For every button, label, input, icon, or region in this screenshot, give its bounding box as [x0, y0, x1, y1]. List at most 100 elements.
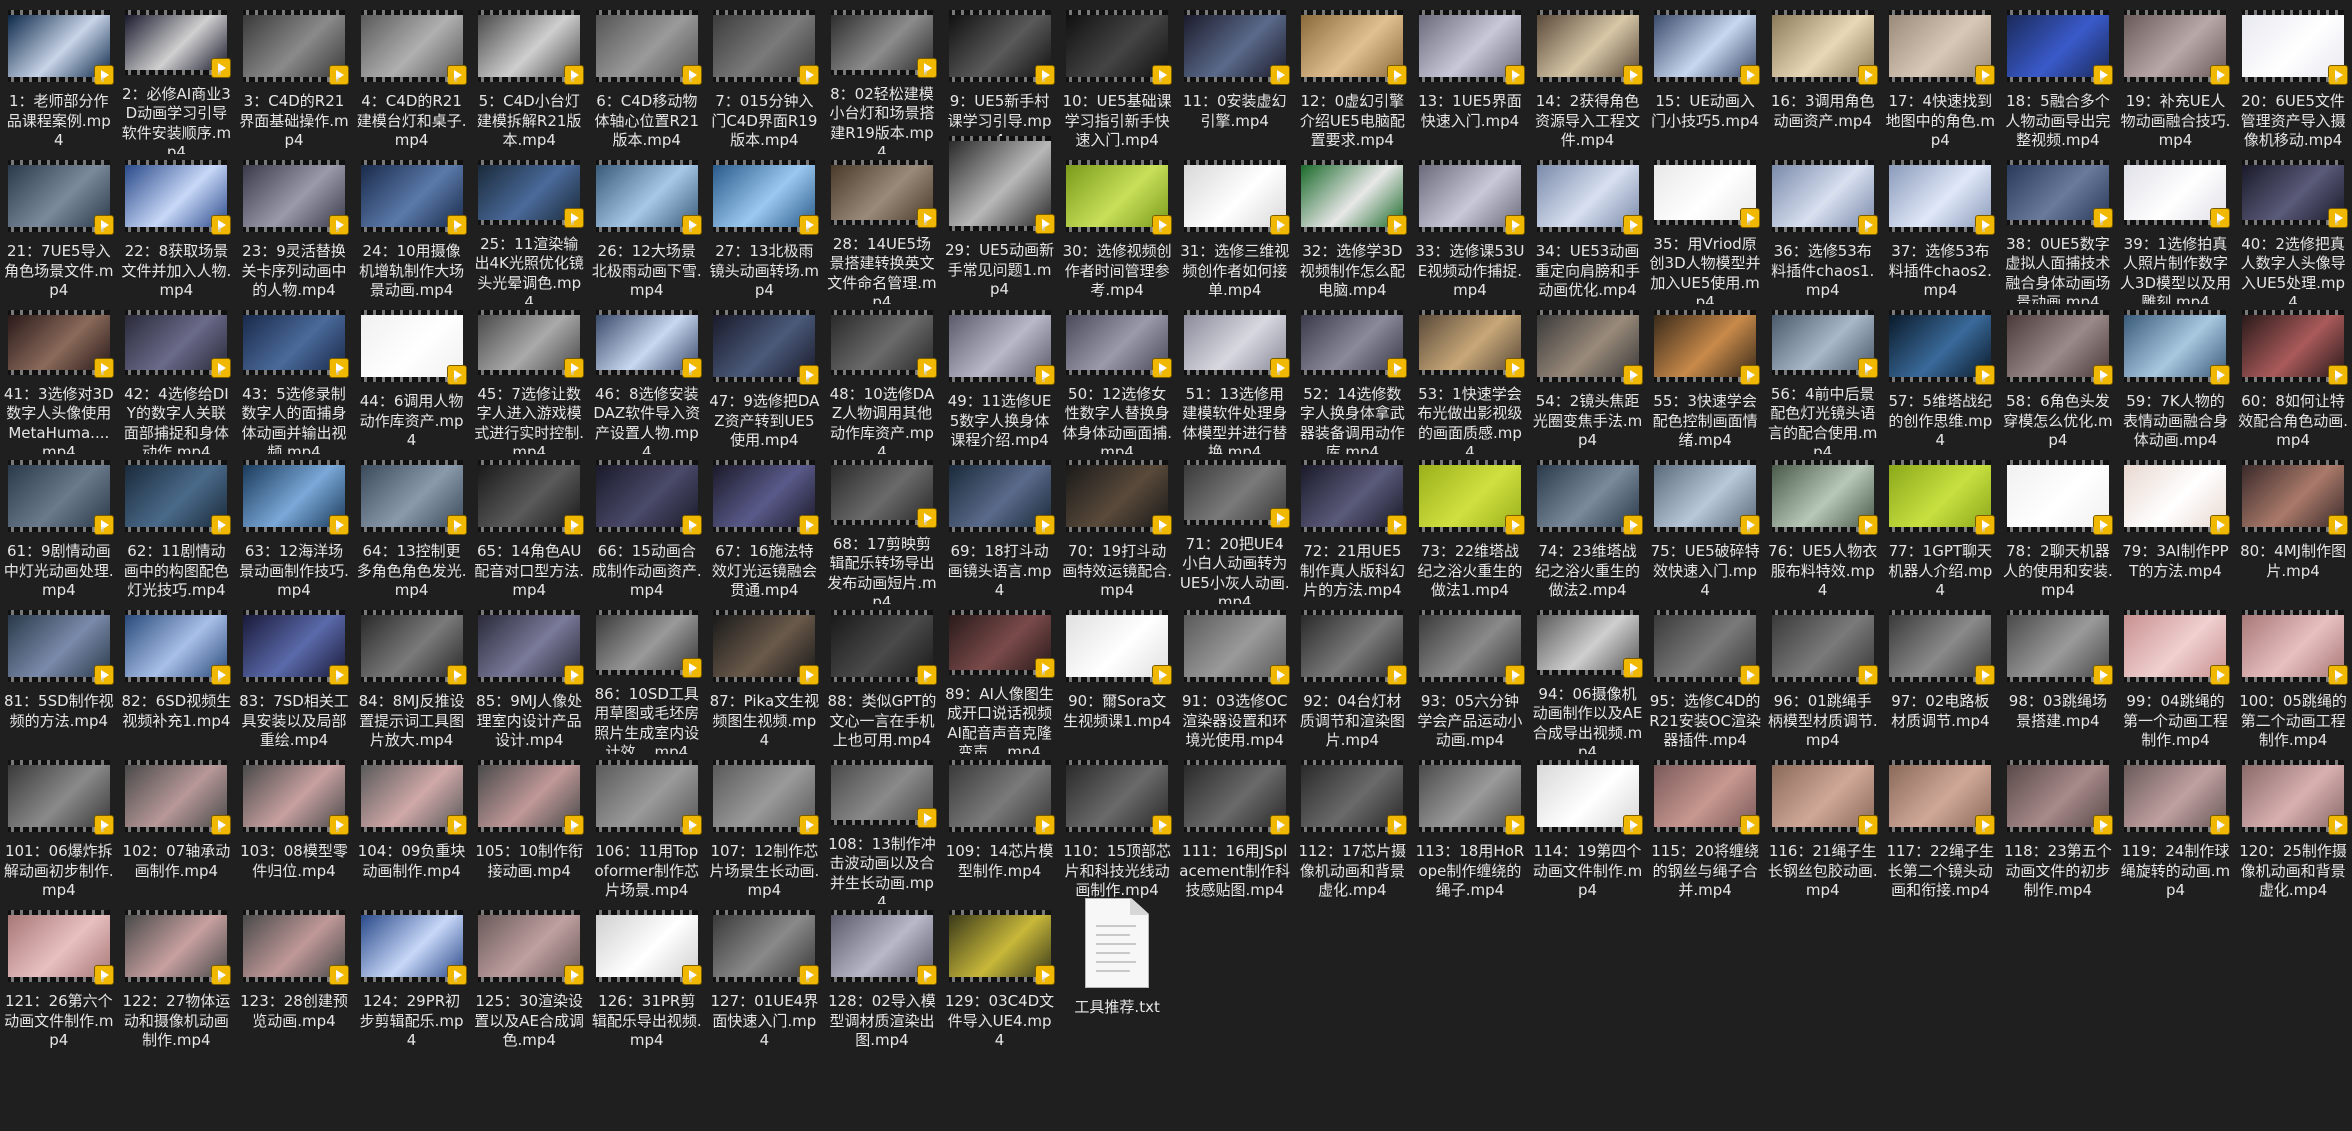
file-item-video[interactable]: 120：25制作摄像机动画和背景虚化.mp4 — [2234, 754, 2352, 904]
file-item-video[interactable]: 3：C4D的R21界面基础操作.mp4 — [235, 4, 353, 154]
file-item-video[interactable]: 38：0UE5数字虚拟人面捕技术融合身体动画场景动画.mp4 — [1999, 154, 2117, 304]
file-item-video[interactable]: 27：13北极雨镜头动画转场.mp4 — [706, 154, 824, 304]
file-item-video[interactable]: 70：19打斗动画特效运镜配合.mp4 — [1058, 454, 1176, 604]
file-item-video[interactable]: 59：7K人物的表情动画融合身体动画.mp4 — [2117, 304, 2235, 454]
file-item-video[interactable]: 65：14角色AU配音对口型方法.mp4 — [470, 454, 588, 604]
file-item-video[interactable]: 5：C4D小台灯建模拆解R21版本.mp4 — [470, 4, 588, 154]
file-item-video[interactable]: 67：16施法特效灯光运镜融会贯通.mp4 — [706, 454, 824, 604]
file-item-txt[interactable]: 工具推荐.txt — [1058, 898, 1176, 1054]
file-item-video[interactable]: 51：13选修用建模软件处理身体模型并进行替换.mp4 — [1176, 304, 1294, 454]
file-item-video[interactable]: 85：9MJ人像处理室内设计产品设计.mp4 — [470, 604, 588, 754]
file-item-video[interactable]: 122：27物体运动和摄像机动画制作.mp4 — [118, 904, 236, 1054]
file-item-video[interactable]: 83：7SD相关工具安装以及局部重绘.mp4 — [235, 604, 353, 754]
file-item-video[interactable]: 75：UE5破碎特效快速入门.mp4 — [1646, 454, 1764, 604]
file-item-video[interactable]: 114：19第四个动画文件制作.mp4 — [1529, 754, 1647, 904]
file-item-video[interactable]: 8：02轻松建模小台灯和场景搭建R19版本.mp4 — [823, 4, 941, 154]
file-item-video[interactable]: 106：11用Topoformer制作芯片场景.mp4 — [588, 754, 706, 904]
file-item-video[interactable]: 57：5维塔战纪的创作思维.mp4 — [1882, 304, 2000, 454]
file-item-video[interactable]: 111：16用JSplacement制作科技感贴图.mp4 — [1176, 754, 1294, 904]
file-item-video[interactable]: 88：类似GPT的文心一言在手机上也可用.mp4 — [823, 604, 941, 754]
file-item-video[interactable]: 52：14选修数字人换身体拿武器装备调用动作库.mp4 — [1294, 304, 1412, 454]
file-item-video[interactable]: 127：01UE4界面快速入门.mp4 — [706, 904, 824, 1054]
file-item-video[interactable]: 84：8MJ反推设置提示词工具图片放大.mp4 — [353, 604, 471, 754]
file-item-video[interactable]: 2：必修AI商业3D动画学习引导软件安装顺序.mp4 — [118, 4, 236, 154]
file-item-video[interactable]: 68：17剪映剪辑配乐转场导出发布动画短片.mp4 — [823, 454, 941, 604]
file-item-video[interactable]: 6：C4D移动物体轴心位置R21版本.mp4 — [588, 4, 706, 154]
file-item-video[interactable]: 39：1选修拍真人照片制作数字人3D模型以及用雕刻.mp4 — [2117, 154, 2235, 304]
file-item-video[interactable]: 36：选修53布料插件chaos1.mp4 — [1764, 154, 1882, 304]
file-item-video[interactable]: 92：04台灯材质调节和渲染图片.mp4 — [1294, 604, 1412, 754]
file-item-video[interactable]: 55：3快速学会配色控制画面情绪.mp4 — [1646, 304, 1764, 454]
file-item-video[interactable]: 129：03C4D文件导入UE4.mp4 — [941, 904, 1059, 1054]
file-item-video[interactable]: 99：04跳绳的第一个动画工程制作.mp4 — [2117, 604, 2235, 754]
file-item-video[interactable]: 96：01跳绳手柄模型材质调节.mp4 — [1764, 604, 1882, 754]
file-item-video[interactable]: 94：06摄像机动画制作以及AE合成导出视频.mp4 — [1529, 604, 1647, 754]
file-item-video[interactable]: 41：3选修对3D数字人头像使用MetaHuma....mp4 — [0, 304, 118, 454]
file-item-video[interactable]: 118：23第五个动画文件的初步制作.mp4 — [1999, 754, 2117, 904]
file-item-video[interactable]: 30：选修视频创作者时间管理参考.mp4 — [1058, 154, 1176, 304]
file-item-video[interactable]: 63：12海洋场景动画制作技巧.mp4 — [235, 454, 353, 604]
file-item-video[interactable]: 12：0虚幻引擎介绍UE5电脑配置要求.mp4 — [1294, 4, 1412, 154]
file-item-video[interactable]: 69：18打斗动画镜头语言.mp4 — [941, 454, 1059, 604]
file-item-video[interactable]: 91：03选修OC渲染器设置和环境光使用.mp4 — [1176, 604, 1294, 754]
file-item-video[interactable]: 74：23维塔战纪之浴火重生的做法2.mp4 — [1529, 454, 1647, 604]
file-item-video[interactable]: 54：2镜头焦距光圈变焦手法.mp4 — [1529, 304, 1647, 454]
file-item-video[interactable]: 48：10选修DAZ人物调用其他动作库资产.mp4 — [823, 304, 941, 454]
file-item-video[interactable]: 119：24制作球绳旋转的动画.mp4 — [2117, 754, 2235, 904]
file-item-video[interactable]: 108：13制作冲击波动画以及合并生长动画.mp4 — [823, 754, 941, 904]
file-item-video[interactable]: 116：21绳子生长钢丝包胶动画.mp4 — [1764, 754, 1882, 904]
file-item-video[interactable]: 56：4前中后景配色灯光镜头语言的配合使用.mp4 — [1764, 304, 1882, 454]
file-item-video[interactable]: 128：02导入模型调材质渲染出图.mp4 — [823, 904, 941, 1054]
file-item-video[interactable]: 60：8如何让特效配合角色动画.mp4 — [2234, 304, 2352, 454]
file-item-video[interactable]: 76：UE5人物衣服布料特效.mp4 — [1764, 454, 1882, 604]
file-item-video[interactable]: 34：UE53动画重定向肩膀和手动画优化.mp4 — [1529, 154, 1647, 304]
file-item-video[interactable]: 31：选修三维视频创作者如何接单.mp4 — [1176, 154, 1294, 304]
file-item-video[interactable]: 110：15顶部芯片和科技光线动画制作.mp4 — [1058, 754, 1176, 904]
file-item-video[interactable]: 77：1GPT聊天机器人介绍.mp4 — [1882, 454, 2000, 604]
file-item-video[interactable]: 42：4选修给DIY的数字人关联面部捕捉和身体动作.mp4 — [118, 304, 236, 454]
file-item-video[interactable]: 18：5融合多个人物动画导出完整视频.mp4 — [1999, 4, 2117, 154]
file-item-video[interactable]: 125：30渲染设置以及AE合成调色.mp4 — [470, 904, 588, 1054]
file-item-video[interactable]: 124：29PR初步剪辑配乐.mp4 — [353, 904, 471, 1054]
file-item-video[interactable]: 33：选修课53UE视频动作捕捉.mp4 — [1411, 154, 1529, 304]
file-item-video[interactable]: 102：07轴承动画制作.mp4 — [118, 754, 236, 904]
file-item-video[interactable]: 19：补充UE人物动画融合技巧.mp4 — [2117, 4, 2235, 154]
file-item-video[interactable]: 82：6SD视频生视频补充1.mp4 — [118, 604, 236, 754]
file-item-video[interactable]: 100：05跳绳的第二个动画工程制作.mp4 — [2234, 604, 2352, 754]
file-item-video[interactable]: 1：老师部分作品课程案例.mp4 — [0, 4, 118, 154]
file-item-video[interactable]: 23：9灵活替换关卡序列动画中的人物.mp4 — [235, 154, 353, 304]
file-item-video[interactable]: 123：28创建预览动画.mp4 — [235, 904, 353, 1054]
file-item-video[interactable]: 26：12大场景北极雨动画下雪.mp4 — [588, 154, 706, 304]
file-item-video[interactable]: 113：18用HoRope制作缠绕的绳子.mp4 — [1411, 754, 1529, 904]
file-item-video[interactable]: 21：7UE5导入角色场景文件.mp4 — [0, 154, 118, 304]
file-item-video[interactable]: 7：015分钟入门C4D界面R19版本.mp4 — [706, 4, 824, 154]
file-item-video[interactable]: 32：选修学3D视频制作怎么配电脑.mp4 — [1294, 154, 1412, 304]
file-item-video[interactable]: 109：14芯片模型制作.mp4 — [941, 754, 1059, 904]
file-item-video[interactable]: 15：UE动画入门小技巧5.mp4 — [1646, 4, 1764, 154]
file-item-video[interactable]: 22：8获取场景文件并加入人物.mp4 — [118, 154, 236, 304]
file-item-video[interactable]: 44：6调用人物动作库资产.mp4 — [353, 304, 471, 454]
file-item-video[interactable]: 35：用Vriod原创3D人物模型并加入UE5使用.mp4 — [1646, 154, 1764, 304]
file-item-video[interactable]: 79：3AI制作PPT的方法.mp4 — [2117, 454, 2235, 604]
file-item-video[interactable]: 40：2选修把真人数字人头像导入UE5处理.mp4 — [2234, 154, 2352, 304]
file-item-video[interactable]: 47：9选修把DAZ资产转到UE5使用.mp4 — [706, 304, 824, 454]
file-item-video[interactable]: 28：14UE5场景搭建转换英文文件命名管理.mp4 — [823, 154, 941, 304]
file-item-video[interactable]: 14：2获得角色资源导入工程文件.mp4 — [1529, 4, 1647, 154]
file-item-video[interactable]: 9：UE5新手村课学习引导.mp4 — [941, 4, 1059, 154]
file-item-video[interactable]: 58：6角色头发穿模怎么优化.mp4 — [1999, 304, 2117, 454]
file-item-video[interactable]: 24：10用摄像机增轨制作大场景动画.mp4 — [353, 154, 471, 304]
file-item-video[interactable]: 95：选修C4D的R21安装OC渲染器插件.mp4 — [1646, 604, 1764, 754]
file-item-video[interactable]: 97：02电路板材质调节.mp4 — [1882, 604, 2000, 754]
file-item-video[interactable]: 80：4MJ制作图片.mp4 — [2234, 454, 2352, 604]
file-item-video[interactable]: 66：15动画合成制作动画资产.mp4 — [588, 454, 706, 604]
file-item-video[interactable]: 50：12选修女性数字人替换身体身体动画面捕.mp4 — [1058, 304, 1176, 454]
file-item-video[interactable]: 11：0安装虚幻引擎.mp4 — [1176, 4, 1294, 154]
file-item-video[interactable]: 104：09负重块动画制作.mp4 — [353, 754, 471, 904]
file-item-video[interactable]: 45：7选修让数字人进入游戏模式进行实时控制.mp4 — [470, 304, 588, 454]
file-item-video[interactable]: 49：11选修UE5数字人换身体课程介绍.mp4 — [941, 304, 1059, 454]
file-item-video[interactable]: 29：UE5动画新手常见问题1.mp4 — [941, 136, 1059, 304]
file-item-video[interactable]: 64：13控制更多角色角色发光.mp4 — [353, 454, 471, 604]
file-item-video[interactable]: 13：1UE5界面快速入门.mp4 — [1411, 4, 1529, 154]
file-item-video[interactable]: 61：9剧情动画中灯光动画处理.mp4 — [0, 454, 118, 604]
file-item-video[interactable]: 37：选修53布料插件chaos2.mp4 — [1882, 154, 2000, 304]
